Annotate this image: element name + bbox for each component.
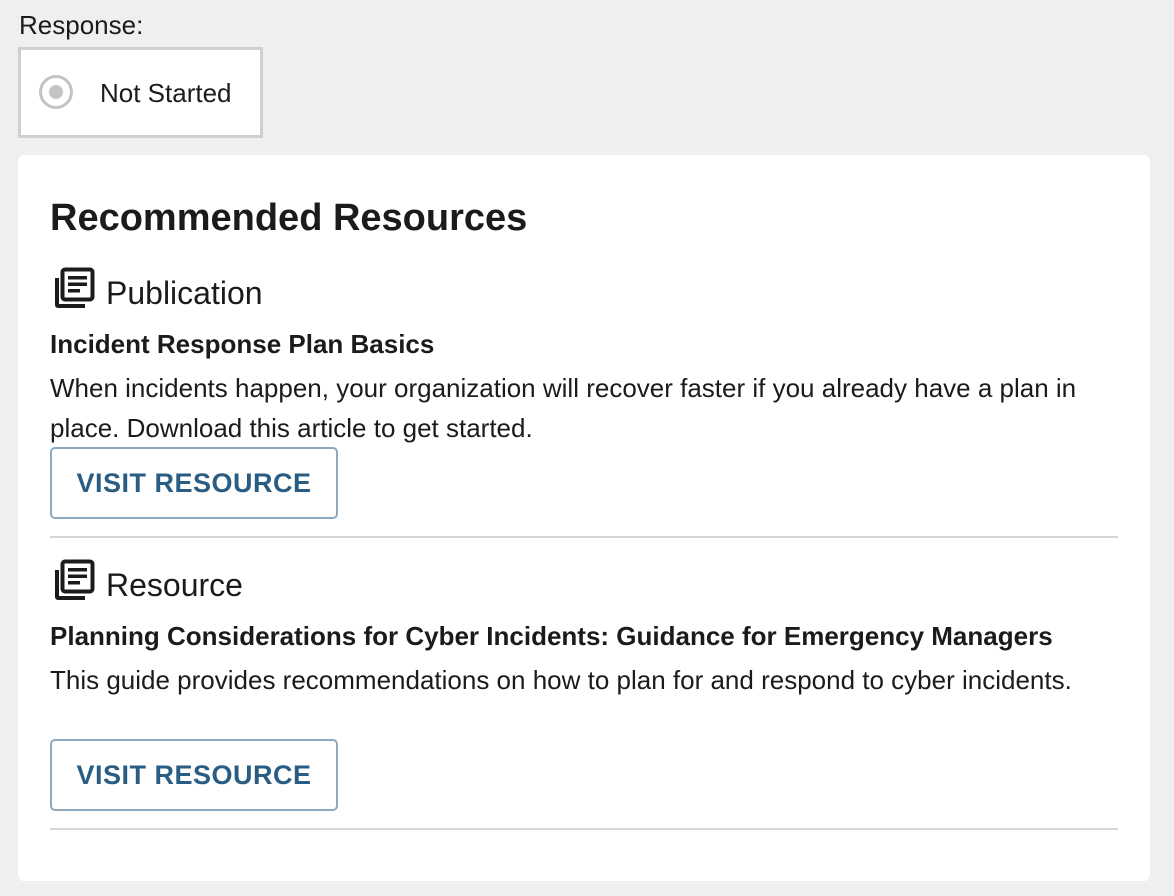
resource-type-label: Resource (106, 567, 243, 603)
resource-description: This guide provides recommendations on h… (50, 665, 1072, 695)
divider (50, 536, 1118, 538)
visit-resource-button[interactable]: VISIT RESOURCE (50, 739, 338, 811)
resource-type-label: Publication (106, 275, 263, 311)
response-label: Response: (19, 10, 144, 40)
book-icon (55, 559, 95, 600)
divider (50, 828, 1118, 830)
resource-type-row: Resource (50, 559, 450, 603)
resource-title: Incident Response Plan Basics (50, 329, 435, 359)
radio-button-icon[interactable] (39, 75, 73, 109)
resource-item: Publication Incident Response Plan Basic… (50, 267, 1118, 539)
book-icon (55, 267, 95, 308)
recommended-resources-card: Recommended Resources Publication Incide… (18, 155, 1150, 881)
radio-dot (49, 85, 63, 99)
resource-type-row: Publication (50, 267, 450, 311)
resource-description: When incidents happen, your organization… (50, 373, 1077, 443)
card-title: Recommended Resources (50, 197, 528, 239)
status-radio-option[interactable]: Not Started (18, 47, 263, 138)
visit-resource-button[interactable]: VISIT RESOURCE (50, 447, 338, 519)
resource-item: Resource Planning Considerations for Cyb… (50, 559, 1118, 831)
resource-title: Planning Considerations for Cyber Incide… (50, 621, 1053, 651)
status-label: Not Started (100, 78, 232, 108)
